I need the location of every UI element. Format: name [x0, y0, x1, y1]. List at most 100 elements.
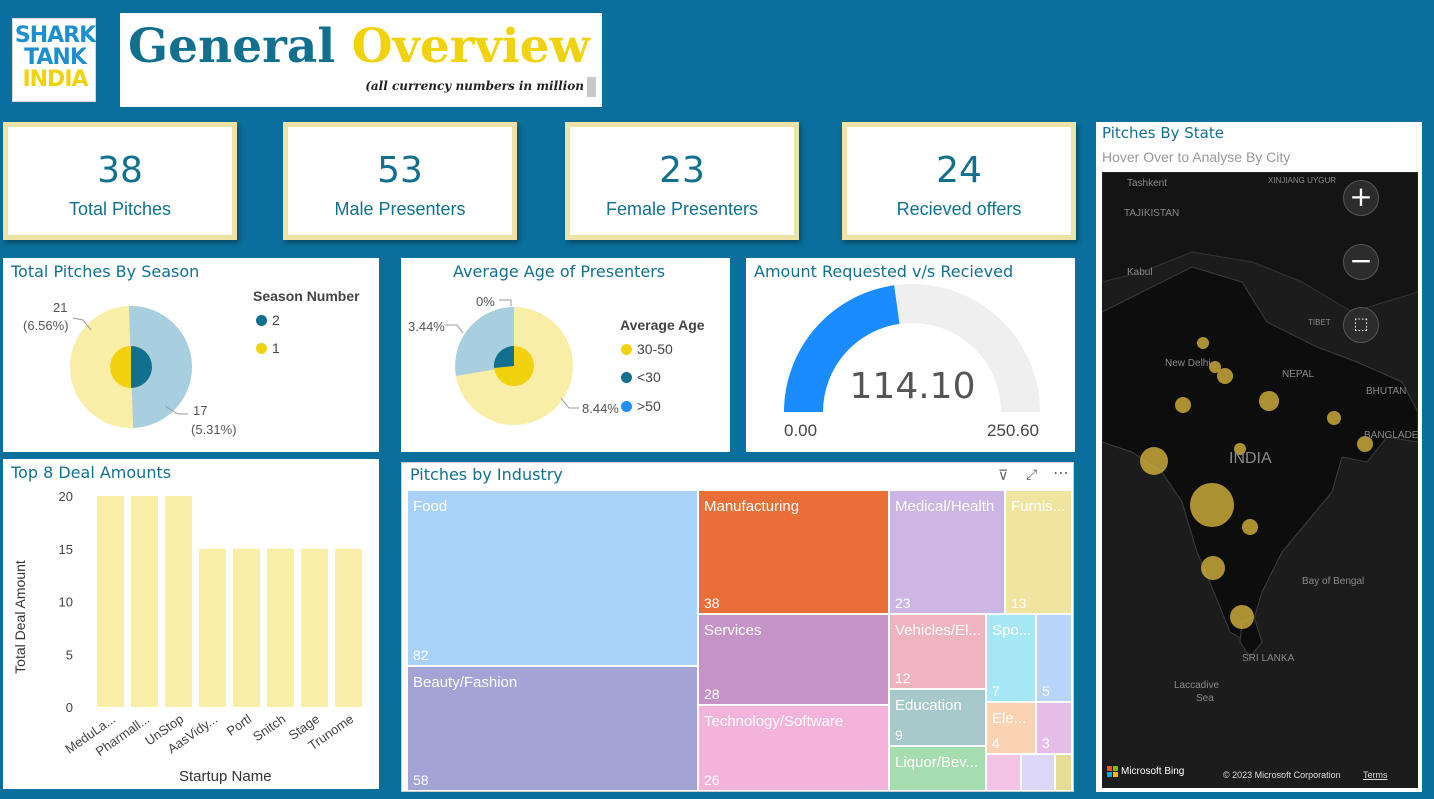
map-label: TIBET: [1308, 318, 1331, 327]
microsoft-logo-icon: [1107, 766, 1118, 777]
legend-dot: [621, 371, 632, 383]
treemap-tile-vehicles[interactable]: Vehicles/El... 12: [889, 614, 986, 689]
kpi-label: Total Pitches: [68, 199, 172, 219]
visual-subtitle: Hover Over to Analyse By City: [1102, 149, 1291, 165]
gauge-value: 114.10: [849, 366, 976, 407]
treemap-tile-small[interactable]: [1055, 754, 1072, 791]
zoom-in-button[interactable]: +: [1343, 180, 1379, 216]
map-bubble[interactable]: [1197, 337, 1209, 349]
treemap-tile-small[interactable]: [1021, 754, 1055, 791]
bar-6[interactable]: [301, 548, 328, 707]
treemap-tile-furnishing[interactable]: Furnis... 13: [1005, 490, 1072, 614]
legend-item-season-1[interactable]: 1: [256, 340, 280, 356]
y-tick-label: 20: [59, 489, 73, 504]
map-bubble[interactable]: [1140, 447, 1168, 475]
treemap-tile-technology-software[interactable]: Technology/Software 26: [698, 705, 889, 791]
kpi-value: 53: [377, 150, 423, 191]
treemap-tile-services[interactable]: Services 28: [698, 614, 889, 705]
kpi-female-presenters[interactable]: 23 Female Presenters: [565, 122, 799, 240]
legend-item-under-30[interactable]: <30: [621, 369, 661, 385]
bar-2[interactable]: [165, 496, 192, 707]
amount-gauge-visual[interactable]: Amount Requested v/s Recieved 114.10 0.0…: [746, 258, 1075, 452]
visual-title: Pitches By State: [1102, 124, 1224, 142]
y-tick-label: 0: [66, 700, 73, 715]
y-tick-label: 10: [59, 595, 73, 610]
map-label: Sea: [1196, 693, 1214, 704]
treemap-tile-education[interactable]: Education 9: [889, 689, 986, 746]
map-label: Kabul: [1127, 267, 1153, 278]
tile-label: Manufacturing: [704, 498, 800, 515]
focus-mode-icon[interactable]: ⤢: [1026, 467, 1037, 483]
tile-value: 3: [1042, 735, 1050, 751]
map-bubble[interactable]: [1230, 605, 1254, 629]
treemap-tile-sports[interactable]: Spo... 7: [986, 614, 1036, 702]
leader-line: [445, 324, 464, 334]
page-title: General Overview: [128, 19, 590, 74]
legend-dot: [256, 314, 267, 326]
x-tick-label: Snitch: [250, 711, 288, 744]
map-bubble[interactable]: [1201, 556, 1225, 580]
tile-label: Medical/Health: [895, 498, 995, 515]
map-bubble[interactable]: [1217, 368, 1233, 384]
title-part2: Overview: [351, 19, 591, 74]
kpi-received-offers[interactable]: 24 Recieved offers: [842, 122, 1076, 240]
slice-label: 8.44%: [582, 401, 619, 416]
zoom-out-button[interactable]: −: [1343, 244, 1379, 280]
treemap-tile-food[interactable]: Food 82: [407, 490, 698, 666]
legend-item-season-2[interactable]: 2: [256, 312, 280, 328]
treemap-tile-other-3[interactable]: 3: [1036, 702, 1072, 754]
tile-label: Ele...: [992, 710, 1027, 727]
treemap-tile-electronics[interactable]: Ele... 4: [986, 702, 1036, 754]
legend-item-over-50[interactable]: >50: [621, 398, 661, 414]
y-tick-label: 15: [59, 542, 73, 557]
bar-0[interactable]: [97, 496, 124, 707]
filter-icon[interactable]: ⊽: [998, 468, 1008, 484]
kpi-total-pitches[interactable]: 38 Total Pitches: [3, 122, 237, 240]
map-bubble[interactable]: [1242, 519, 1258, 535]
slice-label-pct: (6.56%): [23, 318, 69, 333]
treemap-tile-beauty-fashion[interactable]: Beauty/Fashion 58: [407, 666, 698, 791]
terms-link[interactable]: Terms: [1363, 770, 1388, 780]
tile-value: 26: [704, 772, 720, 788]
select-mode-button[interactable]: ⬚: [1343, 307, 1379, 343]
tile-label: Vehicles/El...: [895, 622, 981, 639]
map-label: INDIA: [1229, 450, 1272, 467]
map-bubble[interactable]: [1190, 483, 1234, 527]
map-bubble[interactable]: [1259, 391, 1279, 411]
x-tick-label: Portl: [224, 711, 255, 739]
map-label: NEPAL: [1282, 369, 1315, 380]
treemap-tile-small[interactable]: [986, 754, 1021, 791]
map-bubble[interactable]: [1175, 397, 1191, 413]
logo-text-line3: INDIA: [22, 67, 88, 92]
gauge-min: 0.00: [784, 421, 818, 440]
tile-value: 13: [1011, 595, 1027, 611]
kpi-male-presenters[interactable]: 53 Male Presenters: [283, 122, 517, 240]
legend-title: Season Number: [253, 288, 360, 304]
bar-1[interactable]: [131, 496, 158, 707]
season-pie-visual[interactable]: Total Pitches By Season 21 (6.56%) 17 (5…: [3, 258, 379, 452]
tile-label: Services: [704, 622, 762, 639]
treemap-tile-other-5[interactable]: 5: [1036, 614, 1072, 702]
tile-value: 82: [413, 647, 429, 663]
tile-label: Technology/Software: [704, 713, 844, 730]
tile-label: Liquor/Bev...: [895, 754, 979, 771]
age-pie-visual[interactable]: Average Age of Presenters 0% 3.44% 8.44%…: [401, 258, 730, 452]
legend-label: >50: [637, 398, 661, 414]
top-deals-visual[interactable]: Top 8 Deal Amounts 0 5 10 15 20 MeduLa... Phar…: [3, 459, 379, 789]
bar-4[interactable]: [233, 548, 260, 707]
bar-7[interactable]: [335, 548, 362, 707]
bar-5[interactable]: [267, 548, 294, 707]
tile-value: 38: [704, 595, 720, 611]
bing-map[interactable]: Tashkent TAJIKISTAN XINJIANG UYGUR Kabul…: [1102, 172, 1418, 788]
treemap-tile-medical-health[interactable]: Medical/Health 23: [889, 490, 1005, 614]
treemap-tile-manufacturing[interactable]: Manufacturing 38: [698, 490, 889, 614]
kpi-label: Male Presenters: [334, 199, 466, 219]
legend-item-30-50[interactable]: 30-50: [621, 341, 673, 357]
industry-treemap-visual[interactable]: Pitches by Industry ⊽ ⤢ ⋯ Food 82 Beauty/…: [401, 462, 1074, 792]
map-bubble[interactable]: [1327, 411, 1341, 425]
note-marker: [587, 77, 596, 97]
bar-3[interactable]: [199, 548, 226, 707]
slice-label-value: 21: [53, 300, 68, 315]
treemap-tile-liquor-beverage[interactable]: Liquor/Bev...: [889, 746, 986, 791]
more-options-icon[interactable]: ⋯: [1053, 463, 1069, 482]
